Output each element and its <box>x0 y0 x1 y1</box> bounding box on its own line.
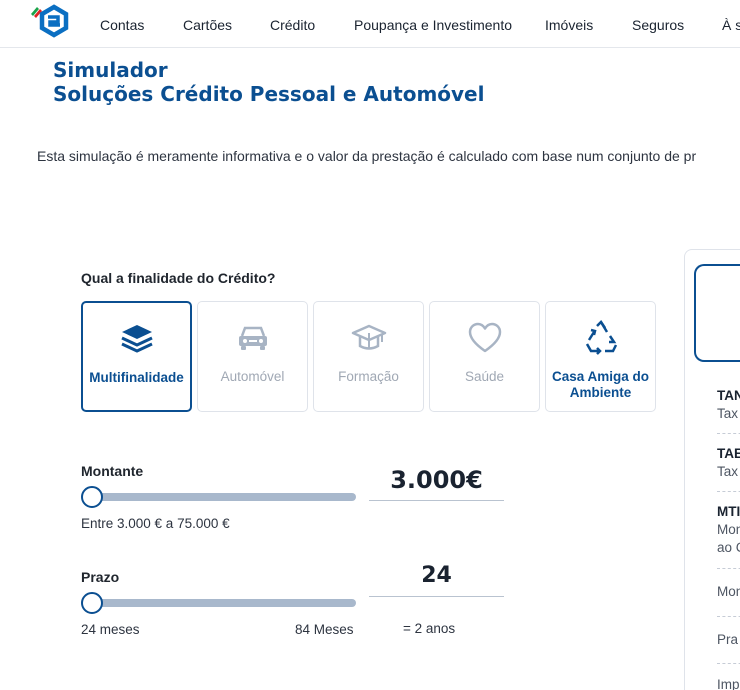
recycle-icon <box>585 320 617 355</box>
finality-option-label: Casa Amiga do Ambiente <box>551 369 650 400</box>
prazo-value[interactable]: 24 <box>369 563 504 597</box>
montante-range: Entre 3.000 € a 75.000 € <box>81 516 230 531</box>
result-tax: Imp <box>717 676 740 690</box>
main-nav: Contas Cartões Crédito Poupança e Invest… <box>0 0 740 48</box>
graduation-cap-icon <box>351 324 386 350</box>
nav-item-seguros[interactable]: Seguros <box>632 17 684 33</box>
divider <box>717 568 740 569</box>
result-monthly: Mon <box>717 583 740 601</box>
montante-slider-thumb[interactable] <box>81 486 103 508</box>
divider <box>717 433 740 434</box>
nav-item-more[interactable]: À s <box>722 17 740 33</box>
divider <box>717 491 740 492</box>
result-tan-sub: Tax <box>717 406 739 421</box>
heart-icon <box>468 322 501 353</box>
finality-option-formacao[interactable]: Formação <box>313 301 424 412</box>
result-tae-title: TAE <box>717 446 740 461</box>
nav-item-poupanca[interactable]: Poupança e Investimento <box>354 17 512 33</box>
nav-item-contas[interactable]: Contas <box>100 17 144 33</box>
layers-icon <box>120 325 153 353</box>
result-mtic: MTI Mon ao C <box>717 503 740 557</box>
page-title-line1: Simulador <box>53 58 168 82</box>
finality-option-label: Automóvel <box>220 369 285 384</box>
prazo-label: Prazo <box>81 569 120 585</box>
prazo-max-label: 84 Meses <box>295 622 354 637</box>
finality-option-casa-amiga[interactable]: Casa Amiga do Ambiente <box>545 301 656 412</box>
top-navigation-bar: Contas Cartões Crédito Poupança e Invest… <box>0 0 740 48</box>
result-mtic-title: MTI <box>717 504 740 519</box>
finality-option-multifinalidade[interactable]: Multifinalidade <box>81 301 192 412</box>
prazo-min-label: 24 meses <box>81 622 140 637</box>
result-monthly-sub: Mon <box>717 584 740 599</box>
result-tan-title: TAN <box>717 388 740 403</box>
prazo-slider-track[interactable] <box>83 599 356 607</box>
finality-option-label: Saúde <box>464 369 505 384</box>
finality-option-label: Multifinalidade <box>89 370 184 385</box>
monthly-payment-box <box>694 264 740 362</box>
finality-option-automovel[interactable]: Automóvel <box>197 301 308 412</box>
result-mtic-sub2: ao C <box>717 540 740 555</box>
nav-item-credito[interactable]: Crédito <box>270 17 315 33</box>
prazo-years: = 2 anos <box>403 621 456 636</box>
prazo-slider-thumb[interactable] <box>81 592 103 614</box>
result-mtic-sub: Mon <box>717 522 740 537</box>
montante-label: Montante <box>81 463 144 479</box>
nav-item-imoveis[interactable]: Imóveis <box>545 17 593 33</box>
car-icon <box>238 326 267 350</box>
page-title: Simulador Soluções Crédito Pessoal e Aut… <box>53 58 484 106</box>
page-title-line2: Soluções Crédito Pessoal e Automóvel <box>53 82 485 106</box>
finality-option-saude[interactable]: Saúde <box>429 301 540 412</box>
nav-item-cartoes[interactable]: Cartões <box>183 17 232 33</box>
montante-value[interactable]: 3.000€ <box>369 466 504 501</box>
result-term-sub: Pra <box>717 632 739 647</box>
finality-options: Multifinalidade Automóvel Formação Saúde <box>81 301 661 413</box>
finality-question: Qual a finalidade do Crédito? <box>81 270 276 286</box>
result-tax-sub: Imp <box>717 677 740 690</box>
finality-option-label: Formação <box>338 369 399 384</box>
result-tae-sub: Tax <box>717 464 739 479</box>
intro-text: Esta simulação é meramente informativa e… <box>37 148 697 164</box>
divider <box>717 616 740 617</box>
montante-slider-track[interactable] <box>83 493 356 501</box>
result-tae: TAE Tax <box>717 445 740 481</box>
result-tan: TAN Tax <box>717 387 740 423</box>
divider <box>717 663 740 664</box>
result-term: Pra <box>717 631 738 649</box>
